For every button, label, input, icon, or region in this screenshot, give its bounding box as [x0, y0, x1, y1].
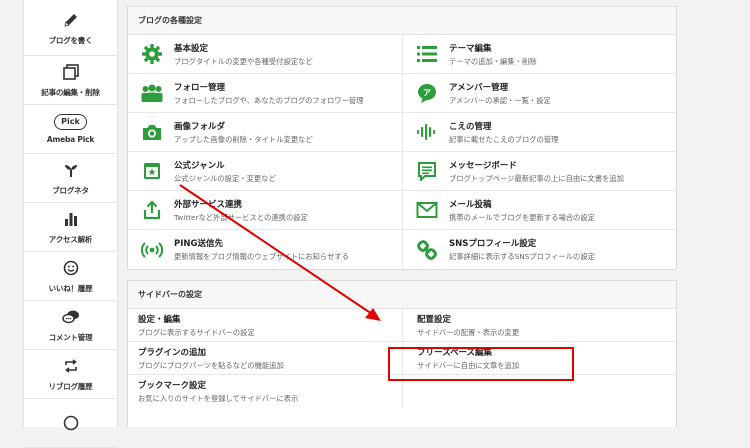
sidebar-layout-setting[interactable]: 配置設定 サイドバーの配置・表示の変更	[402, 309, 676, 342]
item-title: メッセージボード	[449, 160, 517, 171]
settings-basic[interactable]: 基本設定ブログタイトルの変更や各種受付設定など	[128, 35, 402, 74]
item-title: 基本設定	[174, 43, 209, 54]
blog-settings-grid: 基本設定ブログタイトルの変更や各種受付設定など テーマ編集テーマの追加・編集・削…	[128, 35, 676, 269]
settings-image-folder[interactable]: 画像フォルダアップした画像の削除・タイトル変更など	[128, 113, 402, 152]
panel-title: サイドバーの設定	[128, 281, 676, 309]
item-title: プラグインの追加	[138, 347, 207, 358]
item-title: メール投稿	[449, 199, 492, 210]
sprout-icon	[60, 160, 82, 180]
item-desc: 記事詳細に表示するSNSプロフィールの設定	[449, 252, 595, 261]
nav-edit-articles[interactable]: 記事の編集・削除	[24, 56, 117, 105]
reblog-icon	[60, 356, 82, 376]
nav-label: いいね！履歴	[48, 284, 93, 293]
nav-label: ブログを書く	[48, 35, 93, 45]
item-desc: 更新情報をブログ情報のウェブサイトにお知らせする	[174, 252, 349, 261]
item-desc: ブログに表示するサイドバーの設定	[138, 327, 255, 337]
item-desc: 携帯のメールでブログを更新する場合の設定	[449, 212, 595, 222]
item-desc: アメンバーの承認・一覧・設定	[449, 95, 551, 105]
item-desc: 公式ジャンルの設定・変更など	[174, 173, 276, 183]
mail-icon	[416, 199, 438, 221]
nav-like-history[interactable]: いいね！履歴	[24, 252, 117, 301]
nav-comment-manage[interactable]: コメント管理	[24, 301, 117, 350]
settings-amember-manage[interactable]: ア アメンバー管理アメンバーの承認・一覧・設定	[402, 74, 676, 113]
sidebar-bookmark-setting[interactable]: ブックマーク設定 お気に入りのサイトを登録してサイドバーに表示	[128, 375, 402, 408]
item-desc: ブログタイトルの変更や各種受付設定など	[174, 56, 313, 66]
broadcast-icon	[141, 239, 163, 261]
pick-badge-icon: Pick	[54, 114, 87, 130]
item-desc: お気に入りのサイトを登録してサイドバーに表示	[138, 394, 299, 403]
people-icon	[141, 82, 163, 104]
camera-icon	[141, 121, 163, 143]
circle-icon	[60, 413, 82, 433]
settings-official-genre[interactable]: 公式ジャンル公式ジャンルの設定・変更など	[128, 152, 402, 191]
nav-label: コメント管理	[48, 333, 93, 342]
sidebar-empty-cell	[402, 375, 676, 408]
nav-access-analysis[interactable]: アクセス解析	[24, 203, 117, 252]
sidebar-setting-edit[interactable]: 設定・編集 ブログに表示するサイドバーの設定	[128, 309, 402, 342]
settings-sns-profile[interactable]: SNSプロフィール設定記事詳細に表示するSNSプロフィールの設定	[402, 230, 676, 269]
settings-ping[interactable]: PING送信先更新情報をブログ情報のウェブサイトにお知らせする	[128, 230, 402, 269]
speech-bubbles-icon	[60, 307, 82, 327]
documents-icon	[60, 62, 82, 82]
item-title: 公式ジャンル	[174, 160, 225, 171]
nav-label: Ameba Pick	[46, 135, 95, 144]
gear-icon	[141, 43, 163, 65]
item-desc: アップした画像の削除・タイトル変更など	[174, 134, 313, 144]
item-desc: 記事に載せたこえのブログの管理	[449, 134, 559, 144]
nav-ameba-pick[interactable]: Pick Ameba Pick	[24, 105, 117, 154]
nav-item-partial[interactable]	[24, 399, 117, 448]
amember-bubble-icon: ア	[416, 82, 438, 104]
sidebar-free-space-edit[interactable]: フリースペース編集 サイドバーに自由に文章を追加	[402, 342, 676, 375]
item-title: PING送信先	[174, 239, 223, 249]
share-upload-icon	[141, 199, 163, 221]
settings-voice-manage[interactable]: こえの管理記事に載せたこえのブログの管理	[402, 113, 676, 152]
voice-wave-icon	[416, 121, 438, 143]
nav-label: アクセス解析	[48, 235, 93, 244]
sidebar-settings-grid: 設定・編集 ブログに表示するサイドバーの設定 配置設定 サイドバーの配置・表示の…	[128, 309, 676, 408]
settings-follow-manage[interactable]: フォロー管理フォローしたブログや、あなたのブログのフォロワー管理	[128, 74, 402, 113]
item-title: アメンバー管理	[449, 82, 509, 93]
bar-chart-icon	[60, 209, 82, 229]
item-title: 画像フォルダ	[174, 121, 226, 132]
nav-reblog-history[interactable]: リブログ履歴	[24, 350, 117, 399]
item-title: フリースペース編集	[417, 347, 493, 358]
item-desc: サイドバーに自由に文章を追加	[417, 360, 520, 370]
settings-mail-post[interactable]: メール投稿携帯のメールでブログを更新する場合の設定	[402, 191, 676, 230]
svg-text:ア: ア	[423, 89, 431, 98]
link-icon	[416, 239, 438, 261]
panel-title: ブログの各種設定	[128, 7, 676, 35]
list-icon	[416, 43, 438, 65]
item-desc: テーマの追加・編集・削除	[449, 56, 537, 66]
item-desc: ブログトップページ最新記事の上に自由に文書を追加	[449, 173, 624, 183]
pencil-icon	[60, 10, 82, 30]
nav-label: 記事の編集・削除	[41, 88, 100, 97]
smiley-icon	[60, 258, 82, 278]
item-desc: サイドバーの配置・表示の変更	[417, 327, 520, 337]
message-board-icon	[416, 160, 438, 182]
nav-label: ブログネタ	[52, 186, 89, 195]
item-title: フォロー管理	[174, 82, 226, 93]
settings-message-board[interactable]: メッセージボードブログトップページ最新記事の上に自由に文書を追加	[402, 152, 676, 191]
item-title: 外部サービス連携	[174, 199, 243, 210]
calendar-star-icon	[141, 160, 163, 182]
settings-theme-edit[interactable]: テーマ編集テーマの追加・編集・削除	[402, 35, 676, 74]
sidebar-settings-panel: サイドバーの設定 設定・編集 ブログに表示するサイドバーの設定 配置設定 サイド…	[127, 280, 677, 427]
nav-write-blog[interactable]: ブログを書く	[24, 0, 117, 56]
item-title: SNSプロフィール設定	[449, 239, 537, 249]
nav-blog-neta[interactable]: ブログネタ	[24, 154, 117, 203]
settings-external-services[interactable]: 外部サービス連携 Twitterなど外部サービスとの連携の設定	[128, 191, 402, 230]
left-nav: ブログを書く 記事の編集・削除 Pick Ameba Pick ブログネタ アク…	[23, 0, 118, 448]
item-desc: Twitterなど外部サービスとの連携の設定	[174, 212, 308, 222]
item-title: テーマ編集	[449, 43, 492, 54]
item-desc: フォローしたブログや、あなたのブログのフォロワー管理	[174, 95, 364, 105]
nav-label: リブログ履歴	[48, 382, 93, 391]
item-desc: ブログにブログパーツを貼るなどの機能追加	[138, 360, 284, 370]
item-title: こえの管理	[449, 121, 492, 132]
blog-settings-panel: ブログの各種設定 基本設定 ブログタイトルの変更や各種受付設定など テーマ編集 テー…	[127, 6, 677, 270]
item-title: 設定・編集	[138, 314, 181, 325]
sidebar-add-plugin[interactable]: プラグインの追加 ブログにブログパーツを貼るなどの機能追加	[128, 342, 402, 375]
item-title: 配置設定	[417, 314, 452, 325]
item-title: ブックマーク設定	[138, 381, 207, 391]
